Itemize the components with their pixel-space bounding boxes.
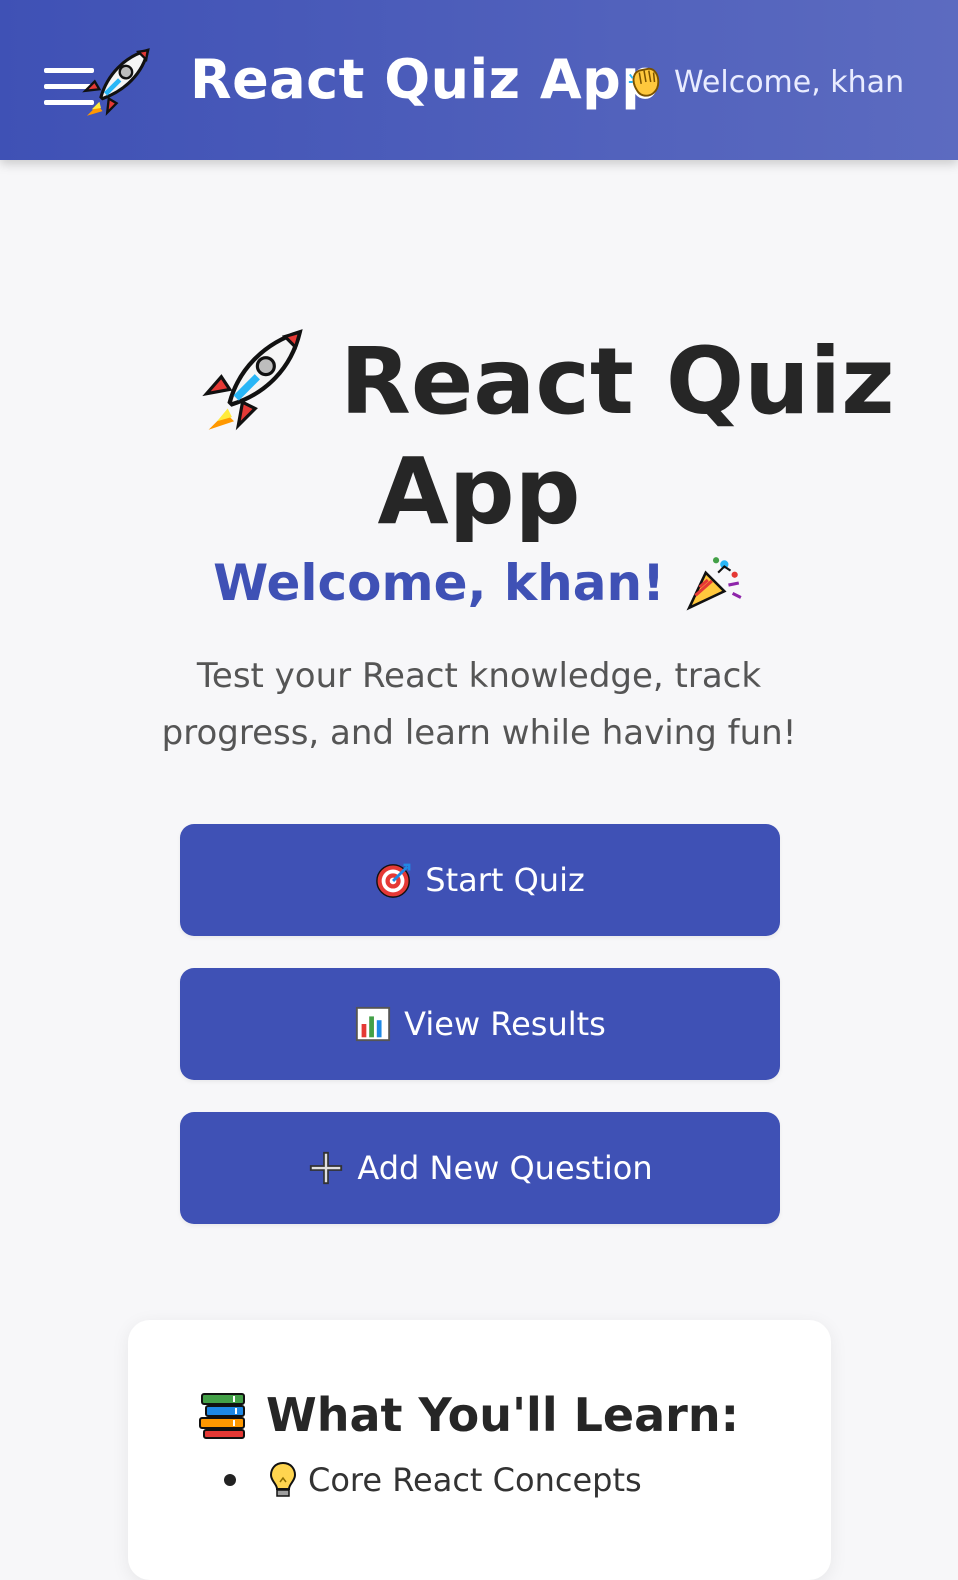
start-quiz-button[interactable]: Start Quiz [180, 824, 780, 936]
waving-hand-icon [628, 67, 660, 97]
bullet-dot [224, 1474, 236, 1486]
page-title-line1: React Quiz [340, 328, 895, 435]
hero-description: Test your React knowledge, track progres… [161, 656, 797, 753]
user-welcome: Welcome, khan [626, 62, 904, 102]
list-item: Core React Concepts [224, 1460, 642, 1500]
welcome-text: Welcome, khan [674, 64, 905, 100]
start-quiz-label: Start Quiz [425, 861, 585, 899]
add-question-label: Add New Question [357, 1149, 653, 1187]
plus-icon [310, 1151, 343, 1185]
rocket-icon [202, 329, 303, 431]
learn-item-label: Core React Concepts [308, 1461, 642, 1499]
bar-chart-icon [356, 1006, 391, 1042]
app-title: React Quiz App [190, 48, 661, 111]
add-question-button[interactable]: Add New Question [180, 1112, 780, 1224]
learn-heading: What You'll Learn: [198, 1388, 739, 1442]
hero-welcome: Welcome, khan! [0, 552, 958, 614]
page-title-line2: App [377, 438, 581, 545]
view-results-label: View Results [404, 1005, 606, 1043]
learn-heading-text: What You'll Learn: [266, 1388, 739, 1442]
learn-list: Core React Concepts [224, 1460, 642, 1500]
party-popper-icon [686, 557, 742, 611]
hero-welcome-text: Welcome, khan! [213, 554, 665, 612]
books-icon [199, 1393, 245, 1439]
target-icon [376, 863, 411, 898]
rocket-icon [82, 48, 150, 116]
top-navbar: React Quiz App Welcome, khan [0, 0, 958, 160]
learn-card: What You'll Learn: Core React Concepts [128, 1320, 831, 1580]
lightbulb-icon [269, 1461, 297, 1497]
view-results-button[interactable]: View Results [180, 968, 780, 1080]
